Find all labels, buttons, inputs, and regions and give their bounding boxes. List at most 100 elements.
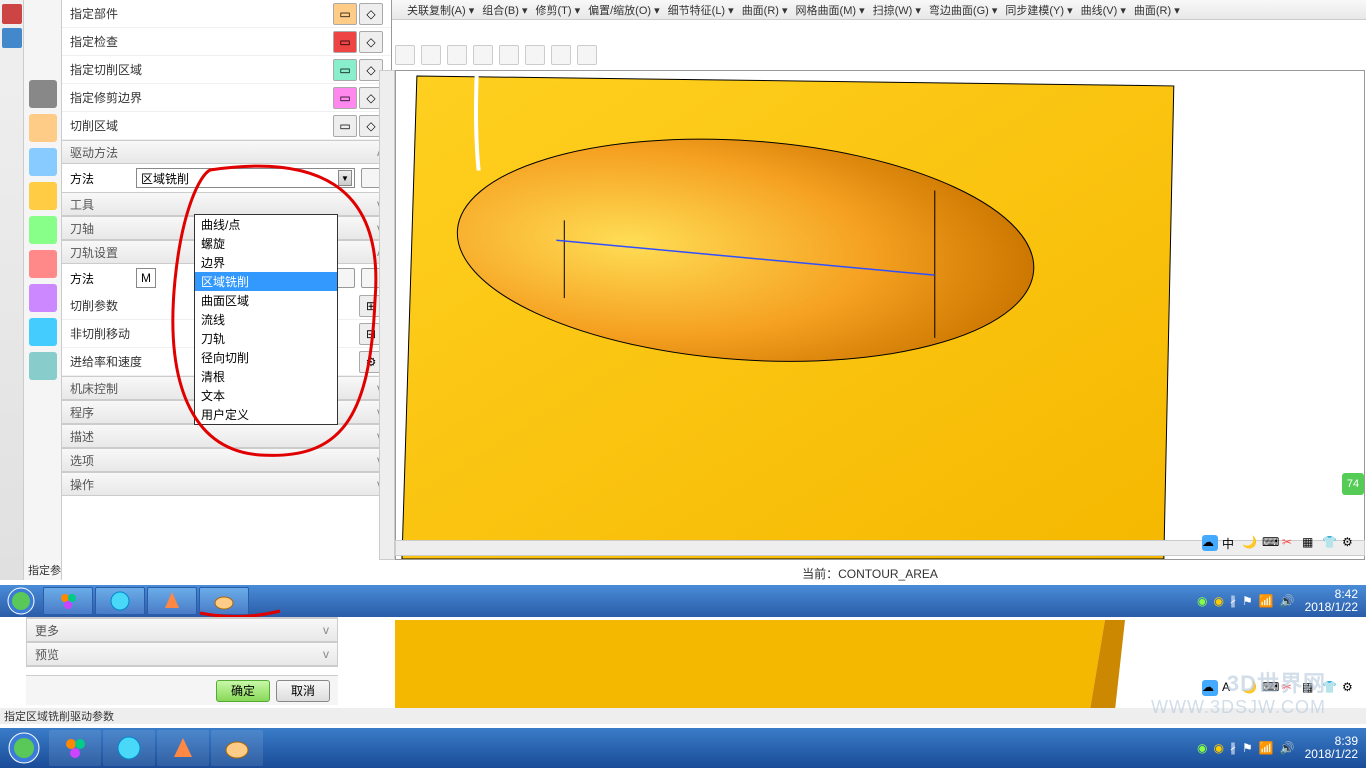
taskbar-paint-icon[interactable]: [211, 730, 263, 766]
signal-icon[interactable]: 📶: [1259, 741, 1274, 755]
menu-item[interactable]: 曲面(R) ▾: [740, 2, 790, 18]
nav-icon[interactable]: [29, 182, 57, 210]
nav-icon[interactable]: [29, 148, 57, 176]
dropdown-option[interactable]: 径向切削: [195, 348, 337, 367]
nav-icon[interactable]: [29, 284, 57, 312]
bluetooth-icon[interactable]: ∦: [1230, 741, 1236, 755]
nav-icon[interactable]: [29, 216, 57, 244]
cloud-icon[interactable]: ☁: [1202, 535, 1218, 551]
taskbar-app-icon[interactable]: [49, 730, 101, 766]
viewport-scrollbar-v[interactable]: [379, 70, 395, 560]
check-icon[interactable]: ▭: [333, 31, 357, 53]
clock[interactable]: 8:39 2018/1/22: [1301, 735, 1362, 761]
start-button[interactable]: [0, 731, 48, 765]
menu-item[interactable]: 关联复制(A) ▾: [405, 2, 476, 18]
dropdown-option[interactable]: 边界: [195, 253, 337, 272]
operation-header[interactable]: 操作v: [62, 472, 391, 496]
keyboard-icon[interactable]: ⌨: [1262, 535, 1278, 551]
taskbar-nx-icon[interactable]: [147, 587, 197, 615]
volume-icon[interactable]: 🔊: [1280, 594, 1295, 608]
dropdown-option[interactable]: 文本: [195, 386, 337, 405]
grid-icon[interactable]: ▦: [1302, 535, 1318, 551]
toolbar-icon[interactable]: [447, 45, 467, 65]
3d-viewport[interactable]: [395, 70, 1365, 560]
cut-area-icon[interactable]: ▭: [333, 59, 357, 81]
menu-item[interactable]: 偏置/缩放(O) ▾: [586, 2, 662, 18]
network-icon[interactable]: ⚑: [1242, 594, 1253, 608]
menu-item[interactable]: 组合(B) ▾: [480, 2, 529, 18]
tool-icon[interactable]: [2, 4, 22, 24]
select-icon[interactable]: ◇: [359, 3, 383, 25]
gear-icon[interactable]: ⚙: [1342, 535, 1358, 551]
gear-icon[interactable]: ⚙: [1342, 680, 1358, 696]
menu-item[interactable]: 曲线(V) ▾: [1079, 2, 1128, 18]
ok-button[interactable]: 确定: [216, 680, 270, 702]
drive-method-combo[interactable]: 区域铣削 ▼: [136, 168, 355, 188]
method-label: 方法: [70, 170, 130, 187]
dropdown-option[interactable]: 用户定义: [195, 405, 337, 424]
start-button[interactable]: [0, 585, 42, 617]
bluetooth-icon[interactable]: ∦: [1230, 594, 1236, 608]
dropdown-option[interactable]: 曲线/点: [195, 215, 337, 234]
shirt-icon[interactable]: 👕: [1322, 535, 1338, 551]
nav-icon[interactable]: [29, 352, 57, 380]
menu-item[interactable]: 细节特征(L) ▾: [666, 2, 736, 18]
tray-icon[interactable]: ◉: [1197, 741, 1207, 755]
toolbar-icon[interactable]: [421, 45, 441, 65]
toolbar-icon[interactable]: [395, 45, 415, 65]
taskbar-nx-icon[interactable]: [157, 730, 209, 766]
dropdown-option[interactable]: 曲面区域: [195, 291, 337, 310]
chevron-down-icon[interactable]: ▼: [338, 170, 352, 186]
nav-icon[interactable]: [29, 318, 57, 346]
menu-item[interactable]: 修剪(T) ▾: [534, 2, 583, 18]
tray-icon[interactable]: ◉: [1197, 594, 1207, 608]
description-header[interactable]: 描述v: [62, 424, 391, 448]
menu-item[interactable]: 同步建模(Y) ▾: [1003, 2, 1074, 18]
toolbar-icon[interactable]: [499, 45, 519, 65]
dropdown-option[interactable]: 清根: [195, 367, 337, 386]
toolbar-icon[interactable]: [577, 45, 597, 65]
signal-icon[interactable]: 📶: [1259, 594, 1274, 608]
taskbar-ie-icon[interactable]: [95, 587, 145, 615]
taskbar-app-icon[interactable]: [43, 587, 93, 615]
dropdown-option[interactable]: 刀轨: [195, 329, 337, 348]
preview-header[interactable]: 预览v: [27, 642, 337, 666]
drive-method-header[interactable]: 驱动方法 ʌ: [62, 140, 391, 164]
menu-item[interactable]: 弯边曲面(G) ▾: [927, 2, 999, 18]
more-header[interactable]: 更多v: [27, 618, 337, 642]
trim-icon[interactable]: ▭: [333, 87, 357, 109]
toolbar-icon[interactable]: [551, 45, 571, 65]
toolbar-icon[interactable]: [525, 45, 545, 65]
scissors-icon[interactable]: ✂: [1282, 535, 1298, 551]
moon-icon[interactable]: 🌙: [1242, 535, 1258, 551]
nav-icon[interactable]: [29, 114, 57, 142]
dropdown-option-selected[interactable]: 区域铣削: [195, 272, 337, 291]
select-icon[interactable]: ◇: [359, 31, 383, 53]
tray-icon[interactable]: ◉: [1213, 594, 1223, 608]
method2-combo[interactable]: M: [136, 268, 156, 288]
volume-icon[interactable]: 🔊: [1280, 741, 1295, 755]
tool-icon[interactable]: [2, 28, 22, 48]
taskbar-ie-icon[interactable]: [103, 730, 155, 766]
taskbar-paint-icon[interactable]: [199, 587, 249, 615]
tool-header[interactable]: 工具 v: [62, 192, 391, 216]
dropdown-option[interactable]: 螺旋: [195, 234, 337, 253]
region-icon[interactable]: ▭: [333, 115, 357, 137]
menu-item[interactable]: 网格曲面(M) ▾: [794, 2, 867, 18]
menu-item[interactable]: 曲面(R) ▾: [1132, 2, 1182, 18]
clock[interactable]: 8:42 2018/1/22: [1301, 588, 1362, 614]
gear-icon[interactable]: [29, 80, 57, 108]
char-icon[interactable]: 中: [1222, 535, 1238, 551]
dropdown-option[interactable]: 流线: [195, 310, 337, 329]
nav-icon[interactable]: [29, 250, 57, 278]
drive-method-dropdown[interactable]: 曲线/点 螺旋 边界 区域铣削 曲面区域 流线 刀轨 径向切削 清根 文本 用户…: [194, 214, 338, 425]
toolbar-icon[interactable]: [473, 45, 493, 65]
menu-item[interactable]: 扫掠(W) ▾: [871, 2, 923, 18]
part-icon[interactable]: ▭: [333, 3, 357, 25]
tray-icon[interactable]: ◉: [1213, 741, 1223, 755]
specify-part-row: 指定部件 ▭ ◇: [62, 0, 391, 28]
network-icon[interactable]: ⚑: [1242, 741, 1253, 755]
options-header[interactable]: 选项v: [62, 448, 391, 472]
cancel-button[interactable]: 取消: [276, 680, 330, 702]
cloud-icon[interactable]: ☁: [1202, 680, 1218, 696]
